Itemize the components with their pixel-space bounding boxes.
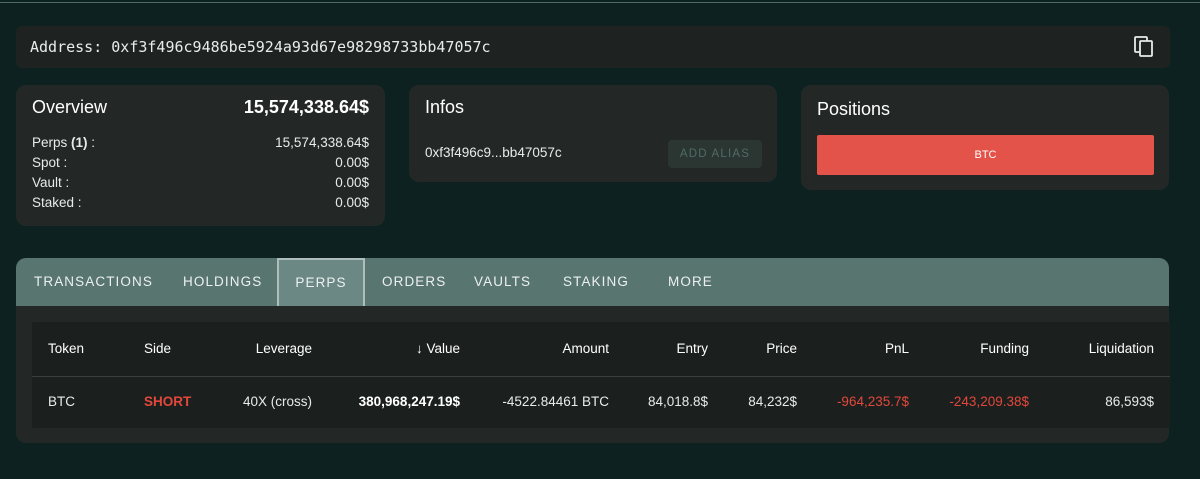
overview-row-label: Perps: [32, 135, 68, 150]
positions-title: Positions: [817, 99, 891, 119]
top-divider: [0, 2, 1200, 3]
cell-pnl: -964,235.7$: [836, 394, 909, 409]
tab-bar: TRANSACTIONS HOLDINGS PERPS ORDERS VAULT…: [16, 258, 1169, 306]
cell-side: SHORT: [144, 394, 192, 409]
overview-row-value: 15,574,338.64$: [275, 135, 369, 150]
copy-icon[interactable]: [1134, 36, 1154, 58]
overview-row-label: Vault :: [32, 175, 70, 190]
add-alias-button[interactable]: ADD ALIAS: [668, 140, 762, 168]
positions-card: Positions BTC: [801, 85, 1169, 190]
tab-staking[interactable]: STAKING: [563, 258, 629, 306]
overview-row-label: Spot :: [32, 155, 68, 170]
header-funding[interactable]: Funding: [980, 322, 1029, 376]
overview-row-label: Staked :: [32, 195, 82, 210]
overview-total: 15,574,338.64$: [243, 97, 369, 117]
tab-holdings[interactable]: HOLDINGS: [183, 258, 262, 306]
cell-amount: -4522.84461 BTC: [502, 394, 609, 409]
sort-arrow-down-icon: ↓: [415, 341, 423, 356]
tab-more[interactable]: MORE: [668, 258, 713, 306]
infos-card: Infos 0xf3f496c9...bb47057c ADD ALIAS: [409, 85, 777, 182]
cell-leverage: 40X (cross): [242, 394, 312, 409]
tab-vaults[interactable]: VAULTS: [474, 258, 531, 306]
infos-title: Infos: [425, 97, 465, 117]
tab-panel: TRANSACTIONS HOLDINGS PERPS ORDERS VAULT…: [16, 258, 1170, 443]
header-amount[interactable]: Amount: [562, 322, 609, 376]
address-text: Address: 0xf3f496c9486be5924a93d67e98298…: [30, 38, 491, 56]
header-entry[interactable]: Entry: [676, 322, 708, 376]
overview-row-suffix: :: [87, 135, 96, 150]
overview-row-vault: Vault : 0.00$: [32, 173, 369, 193]
overview-row-value: 0.00$: [335, 175, 369, 190]
overview-row-staked: Staked : 0.00$: [32, 193, 369, 213]
overview-title: Overview: [32, 97, 108, 117]
header-value[interactable]: ↓ Value: [416, 322, 460, 376]
header-token[interactable]: Token: [48, 322, 84, 376]
header-liquidation[interactable]: Liquidation: [1089, 322, 1154, 376]
overview-row-perps: Perps (1) : 15,574,338.64$: [32, 133, 369, 153]
tab-orders[interactable]: ORDERS: [382, 258, 446, 306]
cell-liquidation: 86,593$: [1105, 394, 1154, 409]
infos-address: 0xf3f496c9...bb47057c: [425, 145, 562, 160]
header-value-label: Value: [426, 341, 460, 356]
overview-card: Overview 15,574,338.64$ Perps (1) : 15,5…: [16, 85, 385, 226]
header-pnl[interactable]: PnL: [885, 322, 909, 376]
overview-row-value: 0.00$: [335, 155, 369, 170]
cell-price: 84,232$: [748, 394, 797, 409]
tab-perps[interactable]: PERPS: [277, 258, 365, 306]
header-price[interactable]: Price: [766, 322, 797, 376]
header-side[interactable]: Side: [144, 322, 171, 376]
cell-token: BTC: [48, 394, 75, 409]
overview-row-value: 0.00$: [335, 195, 369, 210]
cell-entry: 84,018.8$: [647, 394, 708, 409]
perps-count: (1): [71, 135, 88, 150]
position-btc-button[interactable]: BTC: [817, 135, 1154, 175]
cell-value: 380,968,247.19$: [358, 394, 460, 409]
header-leverage[interactable]: Leverage: [256, 322, 312, 376]
cell-funding: -243,209.38$: [949, 394, 1029, 409]
address-bar: Address: 0xf3f496c9486be5924a93d67e98298…: [16, 26, 1170, 68]
perps-table: Token Side Leverage ↓ Value Amount Entry…: [32, 322, 1170, 428]
overview-row-spot: Spot : 0.00$: [32, 153, 369, 173]
tab-transactions[interactable]: TRANSACTIONS: [34, 258, 153, 306]
